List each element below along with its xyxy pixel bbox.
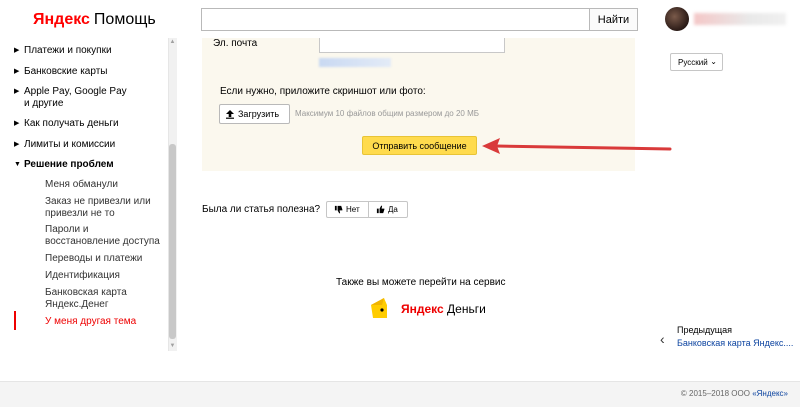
sidebar-item-apple-pay-cont[interactable]: и другие — [24, 98, 63, 110]
avatar[interactable] — [665, 7, 689, 31]
sidebar-item-receive-money[interactable]: ▶ Как получать деньги — [14, 118, 119, 130]
upload-button-label: Загрузить — [238, 109, 280, 119]
chevron-right-icon: ▶ — [14, 141, 20, 148]
yandex-help-logo[interactable]: Яндекс Помощь — [33, 10, 156, 30]
sidebar-item-troubleshooting[interactable]: ▼ Решение проблем — [14, 159, 114, 171]
sidebar-subitem-order-issue[interactable]: Заказ не привезли или — [45, 196, 151, 208]
sidebar-subitem-scammed[interactable]: Меня обманули — [45, 179, 118, 191]
chevron-right-icon: ▶ — [14, 88, 20, 95]
scroll-up-icon[interactable]: ▲ — [169, 39, 176, 46]
sidebar-item-bank-cards[interactable]: ▶ Банковские карты — [14, 66, 108, 78]
sidebar-subitem-passwords[interactable]: Пароли и — [45, 224, 88, 236]
logo-brand: Яндекс — [33, 11, 90, 28]
chevron-down-icon: ▼ — [14, 161, 21, 168]
sidebar-subitem-bank-card[interactable]: Банковская карта — [45, 287, 127, 299]
upload-hint: Максимум 10 файлов общим размером до 20 … — [295, 109, 480, 118]
helpful-question: Была ли статья полезна? — [202, 204, 321, 215]
active-item-indicator — [14, 311, 16, 330]
company-link[interactable]: «Яндекс» — [752, 389, 788, 398]
vote-no-button[interactable]: Нет — [327, 202, 369, 217]
attach-label: Если нужно, приложите скриншот или фото: — [220, 86, 426, 97]
thumbs-up-icon — [376, 205, 385, 214]
scroll-down-icon[interactable]: ▼ — [169, 343, 176, 350]
chevron-right-icon: ▶ — [14, 47, 20, 54]
search-button[interactable]: Найти — [589, 8, 638, 31]
logo-product: Помощь — [93, 11, 156, 28]
sidebar-scrollbar-thumb[interactable] — [169, 144, 176, 339]
sidebar-subitem-other-topic[interactable]: У меня другая тема — [45, 316, 136, 328]
sidebar-item-payments[interactable]: ▶ Платежи и покупки — [14, 45, 112, 57]
footer-copyright: © 2015–2018 ООО «Яндекс» — [681, 389, 788, 399]
email-field[interactable] — [319, 38, 505, 53]
chevron-down-icon: ⌄ — [710, 57, 717, 66]
sidebar-item-label: Решение проблем — [24, 159, 114, 170]
vote-yes-button[interactable]: Да — [369, 202, 407, 217]
vote-group: Нет Да — [326, 201, 408, 218]
red-arrow-icon — [482, 138, 672, 154]
username-redacted[interactable] — [694, 13, 786, 25]
sidebar-item-apple-pay[interactable]: ▶ Apple Pay, Google Pay — [14, 86, 127, 98]
chevron-right-icon: ▶ — [14, 68, 20, 75]
copyright-text: © 2015–2018 ООО — [680, 389, 753, 398]
chevron-left-icon[interactable]: ‹ — [660, 332, 665, 346]
vote-yes-label: Да — [388, 205, 398, 214]
sidebar-subitem-passwords-cont[interactable]: восстановление доступа — [45, 236, 160, 248]
thumbs-down-icon — [334, 205, 343, 214]
service-label: Также вы можете перейти на сервис — [336, 277, 506, 288]
sidebar-subitem-transfers[interactable]: Переводы и платежи — [45, 253, 142, 265]
sidebar-subitem-identification[interactable]: Идентификация — [45, 270, 120, 282]
email-redacted — [319, 58, 391, 67]
send-message-button[interactable]: Отправить сообщение — [362, 136, 477, 155]
sidebar-item-label: Банковские карты — [24, 66, 108, 77]
sidebar-item-label: Платежи и покупки — [24, 45, 112, 56]
sidebar-item-label: и другие — [24, 98, 64, 109]
yandex-money-link[interactable]: Яндекс Деньги — [401, 302, 486, 316]
sidebar-item-label: Apple Pay, Google Pay — [24, 86, 127, 97]
sidebar-nav: ▶ Платежи и покупки ▶ Банковские карты ▶ Ap… — [14, 38, 177, 351]
language-select[interactable]: Русский ⌄ — [670, 53, 723, 71]
language-selected: Русский — [678, 57, 708, 67]
chevron-right-icon: ▶ — [14, 120, 20, 127]
sidebar-item-limits[interactable]: ▶ Лимиты и комиссии — [14, 139, 116, 151]
email-label: Эл. почта — [213, 38, 258, 49]
service-brand: Яндекс — [401, 302, 444, 316]
service-product: Деньги — [447, 302, 486, 316]
sidebar-subitem-order-issue-cont[interactable]: привезли не то — [45, 208, 115, 220]
sidebar-subitem-bank-card-cont[interactable]: Яндекс.Денег — [45, 299, 108, 311]
header: Яндекс Помощь Найти — [0, 0, 800, 38]
yandex-money-logo-icon[interactable] — [368, 296, 390, 322]
search-input[interactable] — [201, 8, 590, 31]
prev-article-label: Предыдущая — [677, 325, 733, 335]
upload-icon — [226, 110, 234, 119]
sidebar-item-label: Лимиты и комиссии — [24, 139, 116, 150]
vote-no-label: Нет — [346, 205, 360, 214]
sidebar-item-label: Как получать деньги — [24, 118, 119, 129]
prev-article-link[interactable]: Банковская карта Яндекс.... — [677, 338, 793, 349]
footer: © 2015–2018 ООО «Яндекс» — [0, 381, 800, 407]
upload-button[interactable]: Загрузить — [219, 104, 290, 124]
